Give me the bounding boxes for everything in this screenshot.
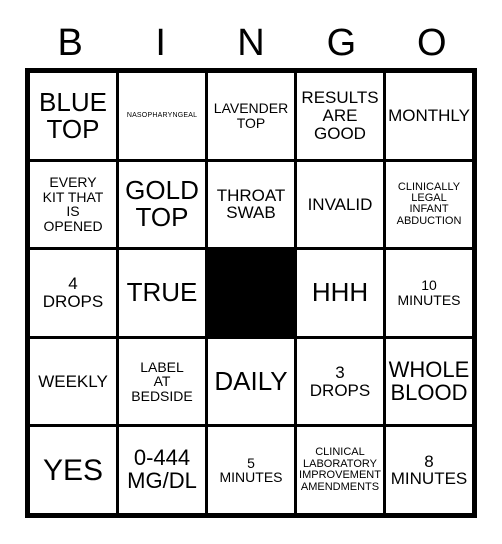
bingo-cell[interactable]: 8 MINUTES [386, 427, 472, 513]
bingo-cell[interactable]: 5 MINUTES [208, 427, 294, 513]
bingo-cell-label: DAILY [214, 366, 288, 397]
bingo-cell-label: CLINICALLY LEGAL INFANT ABDUCTION [396, 180, 462, 227]
bingo-cell-label: LAVENDER TOP [213, 100, 289, 131]
bingo-cell-label: 4 DROPS [42, 274, 104, 311]
bingo-cell[interactable]: EVERY KIT THAT IS OPENED [30, 161, 116, 248]
bingo-cell[interactable]: WEEKLY [30, 338, 116, 425]
bingo-cell-label: WEEKLY [38, 371, 108, 391]
bingo-grid: BLUE TOP NASOPHARYNGEAL LAVENDER TOP RESULT… [25, 68, 477, 518]
bingo-cell-label: EVERY KIT THAT IS OPENED [42, 174, 104, 234]
header-letter-o: O [417, 22, 447, 64]
bingo-cell[interactable]: MONTHLY [386, 73, 472, 159]
bingo-cell-label: 0-444 MG/DL [127, 445, 197, 494]
bingo-cell-label: RESULTS ARE GOOD [301, 88, 379, 143]
bingo-cell-free-space[interactable] [208, 250, 294, 336]
bingo-cell[interactable]: 10 MINUTES [386, 250, 472, 336]
bingo-header: B I N G O [25, 18, 477, 68]
header-letter-i: I [155, 22, 166, 64]
bingo-cell-label: MONTHLY [388, 105, 470, 125]
bingo-cell[interactable]: TRUE [119, 250, 205, 336]
bingo-cell-label: CLINICAL LABORATORY IMPROVEMENT AMENDMEN… [299, 446, 381, 493]
bingo-cell[interactable]: HHH [297, 250, 383, 336]
bingo-cell-label: 10 MINUTES [397, 277, 461, 308]
bingo-cell[interactable]: CLINICALLY LEGAL INFANT ABDUCTION [386, 161, 472, 248]
bingo-cell-label: TRUE [126, 277, 198, 308]
bingo-cell-label: YES [42, 453, 104, 487]
header-letter-g: G [326, 22, 357, 64]
bingo-cell-label: 3 DROPS [309, 362, 371, 400]
bingo-cell[interactable]: GOLD TOP [119, 161, 205, 248]
bingo-cell[interactable]: 4 DROPS [30, 250, 116, 336]
bingo-cell[interactable]: LABEL AT BEDSIDE [119, 338, 205, 425]
bingo-cell[interactable]: LAVENDER TOP [208, 73, 294, 159]
bingo-cell[interactable]: BLUE TOP [30, 73, 116, 159]
bingo-cell[interactable]: WHOLE BLOOD [386, 338, 472, 425]
bingo-cell-label: THROAT SWAB [216, 185, 286, 223]
bingo-cell-label: 5 MINUTES [219, 454, 283, 486]
bingo-card: B I N G O BLUE TOP NASOPHARYNGEAL LAVENDER… [0, 0, 502, 544]
bingo-cell[interactable]: INVALID [297, 161, 383, 248]
bingo-cell-label: GOLD TOP [125, 175, 199, 233]
bingo-cell-label: 8 MINUTES [390, 451, 468, 489]
bingo-cell[interactable]: RESULTS ARE GOOD [297, 73, 383, 159]
bingo-cell-label: HHH [311, 277, 369, 308]
bingo-cell[interactable]: YES [30, 427, 116, 513]
bingo-cell[interactable]: DAILY [208, 338, 294, 425]
bingo-cell-label: WHOLE BLOOD [388, 356, 470, 405]
header-letter-b: B [57, 22, 83, 64]
bingo-cell[interactable]: NASOPHARYNGEAL [119, 73, 205, 159]
bingo-cell[interactable]: 3 DROPS [297, 338, 383, 425]
header-letter-n: N [237, 22, 265, 64]
bingo-cell-label: LABEL AT BEDSIDE [131, 358, 193, 404]
bingo-cell[interactable]: THROAT SWAB [208, 161, 294, 248]
bingo-cell-label: BLUE TOP [39, 86, 107, 144]
bingo-cell-label: INVALID [307, 194, 373, 214]
bingo-cell-label: NASOPHARYNGEAL [126, 112, 198, 120]
bingo-cell[interactable]: 0-444 MG/DL [119, 427, 205, 513]
bingo-cell[interactable]: CLINICAL LABORATORY IMPROVEMENT AMENDMEN… [297, 427, 383, 513]
